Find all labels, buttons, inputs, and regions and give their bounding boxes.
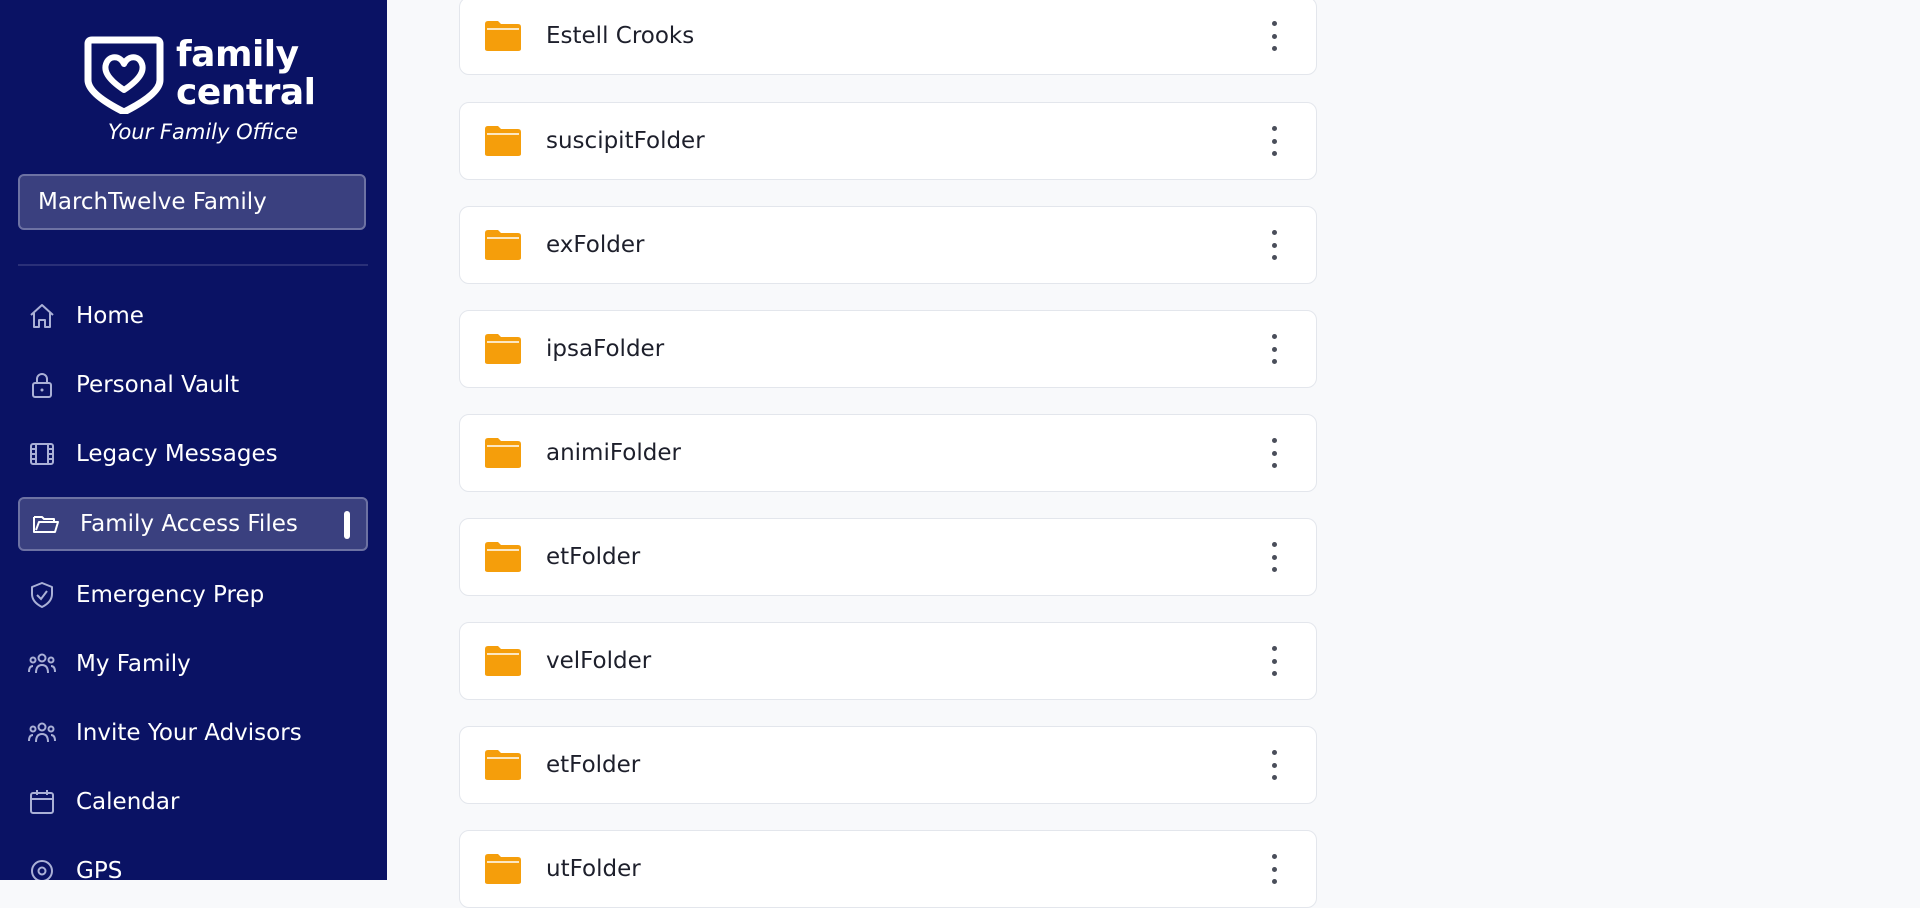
folder-name: etFolder xyxy=(546,544,641,570)
sidebar-item-label: My Family xyxy=(76,651,191,677)
brand-name-line1: family xyxy=(176,34,299,75)
folder-item[interactable]: Estell Crooks xyxy=(459,0,1317,75)
folder-item[interactable]: utFolder xyxy=(459,830,1317,908)
people-icon xyxy=(26,648,58,680)
family-selector-value: MarchTwelve Family xyxy=(38,189,267,215)
more-options-icon[interactable] xyxy=(1266,750,1282,780)
calendar-icon xyxy=(26,786,58,818)
folder-icon xyxy=(485,646,521,676)
sidebar-item-label: Personal Vault xyxy=(76,372,240,398)
more-options-icon[interactable] xyxy=(1266,230,1282,260)
folder-item[interactable]: etFolder xyxy=(459,726,1317,804)
folder-name: velFolder xyxy=(546,648,652,674)
more-options-icon[interactable] xyxy=(1266,334,1282,364)
folder-icon xyxy=(485,230,521,260)
folder-icon xyxy=(485,21,521,51)
more-options-icon[interactable] xyxy=(1266,646,1282,676)
sidebar-divider xyxy=(18,264,368,266)
folder-open-icon xyxy=(30,508,62,540)
sidebar-item-family-access-files[interactable]: Family Access Files xyxy=(18,497,368,551)
home-icon xyxy=(26,300,58,332)
family-selector[interactable]: MarchTwelve Family xyxy=(18,174,366,230)
folder-item[interactable]: animiFolder xyxy=(459,414,1317,492)
sidebar-item-label: Family Access Files xyxy=(80,511,298,537)
sidebar-item-calendar[interactable]: Calendar xyxy=(18,775,368,829)
folder-icon xyxy=(485,542,521,572)
folder-item[interactable]: velFolder xyxy=(459,622,1317,700)
folder-item[interactable]: ipsaFolder xyxy=(459,310,1317,388)
folder-name: animiFolder xyxy=(546,440,681,466)
folder-name: Estell Crooks xyxy=(546,23,695,49)
folder-name: etFolder xyxy=(546,752,641,778)
folder-item[interactable]: exFolder xyxy=(459,206,1317,284)
shield-check-icon xyxy=(26,579,58,611)
folder-icon xyxy=(485,438,521,468)
sidebar-item-home[interactable]: Home xyxy=(18,289,368,343)
location-icon xyxy=(26,855,58,880)
sidebar-item-label: Emergency Prep xyxy=(76,582,265,608)
more-options-icon[interactable] xyxy=(1266,21,1282,51)
folder-name: exFolder xyxy=(546,232,645,258)
sidebar-item-label: Calendar xyxy=(76,789,180,815)
sidebar-item-my-family[interactable]: My Family xyxy=(18,637,368,691)
lock-icon xyxy=(26,369,58,401)
heart-shield-logo-icon xyxy=(84,36,164,114)
folder-name: ipsaFolder xyxy=(546,336,665,362)
sidebar-item-label: Home xyxy=(76,303,144,329)
folder-name: utFolder xyxy=(546,856,641,882)
active-indicator xyxy=(344,511,350,539)
film-icon xyxy=(26,438,58,470)
folder-list: Estell Crooks suscipitFolder exFolder ip… xyxy=(387,0,1920,908)
brand-name-line2: central xyxy=(176,72,316,113)
folder-icon xyxy=(485,334,521,364)
more-options-icon[interactable] xyxy=(1266,542,1282,572)
folder-icon xyxy=(485,750,521,780)
folder-icon xyxy=(485,126,521,156)
sidebar-item-emergency-prep[interactable]: Emergency Prep xyxy=(18,568,368,622)
folder-icon xyxy=(485,854,521,884)
sidebar: family central Your Family Office MarchT… xyxy=(0,0,387,880)
sidebar-item-personal-vault[interactable]: Personal Vault xyxy=(18,358,368,412)
more-options-icon[interactable] xyxy=(1266,438,1282,468)
people-icon xyxy=(26,717,58,749)
folder-item[interactable]: suscipitFolder xyxy=(459,102,1317,180)
brand-logo[interactable]: family central Your Family Office xyxy=(84,34,316,154)
sidebar-item-gps[interactable]: GPS xyxy=(18,844,368,880)
sidebar-item-label: Invite Your Advisors xyxy=(76,720,302,746)
brand-tagline: Your Family Office xyxy=(107,120,299,144)
folder-item[interactable]: etFolder xyxy=(459,518,1317,596)
sidebar-item-invite-advisors[interactable]: Invite Your Advisors xyxy=(18,706,368,760)
brand-name: family central xyxy=(176,34,316,113)
sidebar-item-label: Legacy Messages xyxy=(76,441,278,467)
sidebar-item-label: GPS xyxy=(76,858,123,880)
sidebar-item-legacy-messages[interactable]: Legacy Messages xyxy=(18,427,368,481)
more-options-icon[interactable] xyxy=(1266,126,1282,156)
folder-name: suscipitFolder xyxy=(546,128,705,154)
